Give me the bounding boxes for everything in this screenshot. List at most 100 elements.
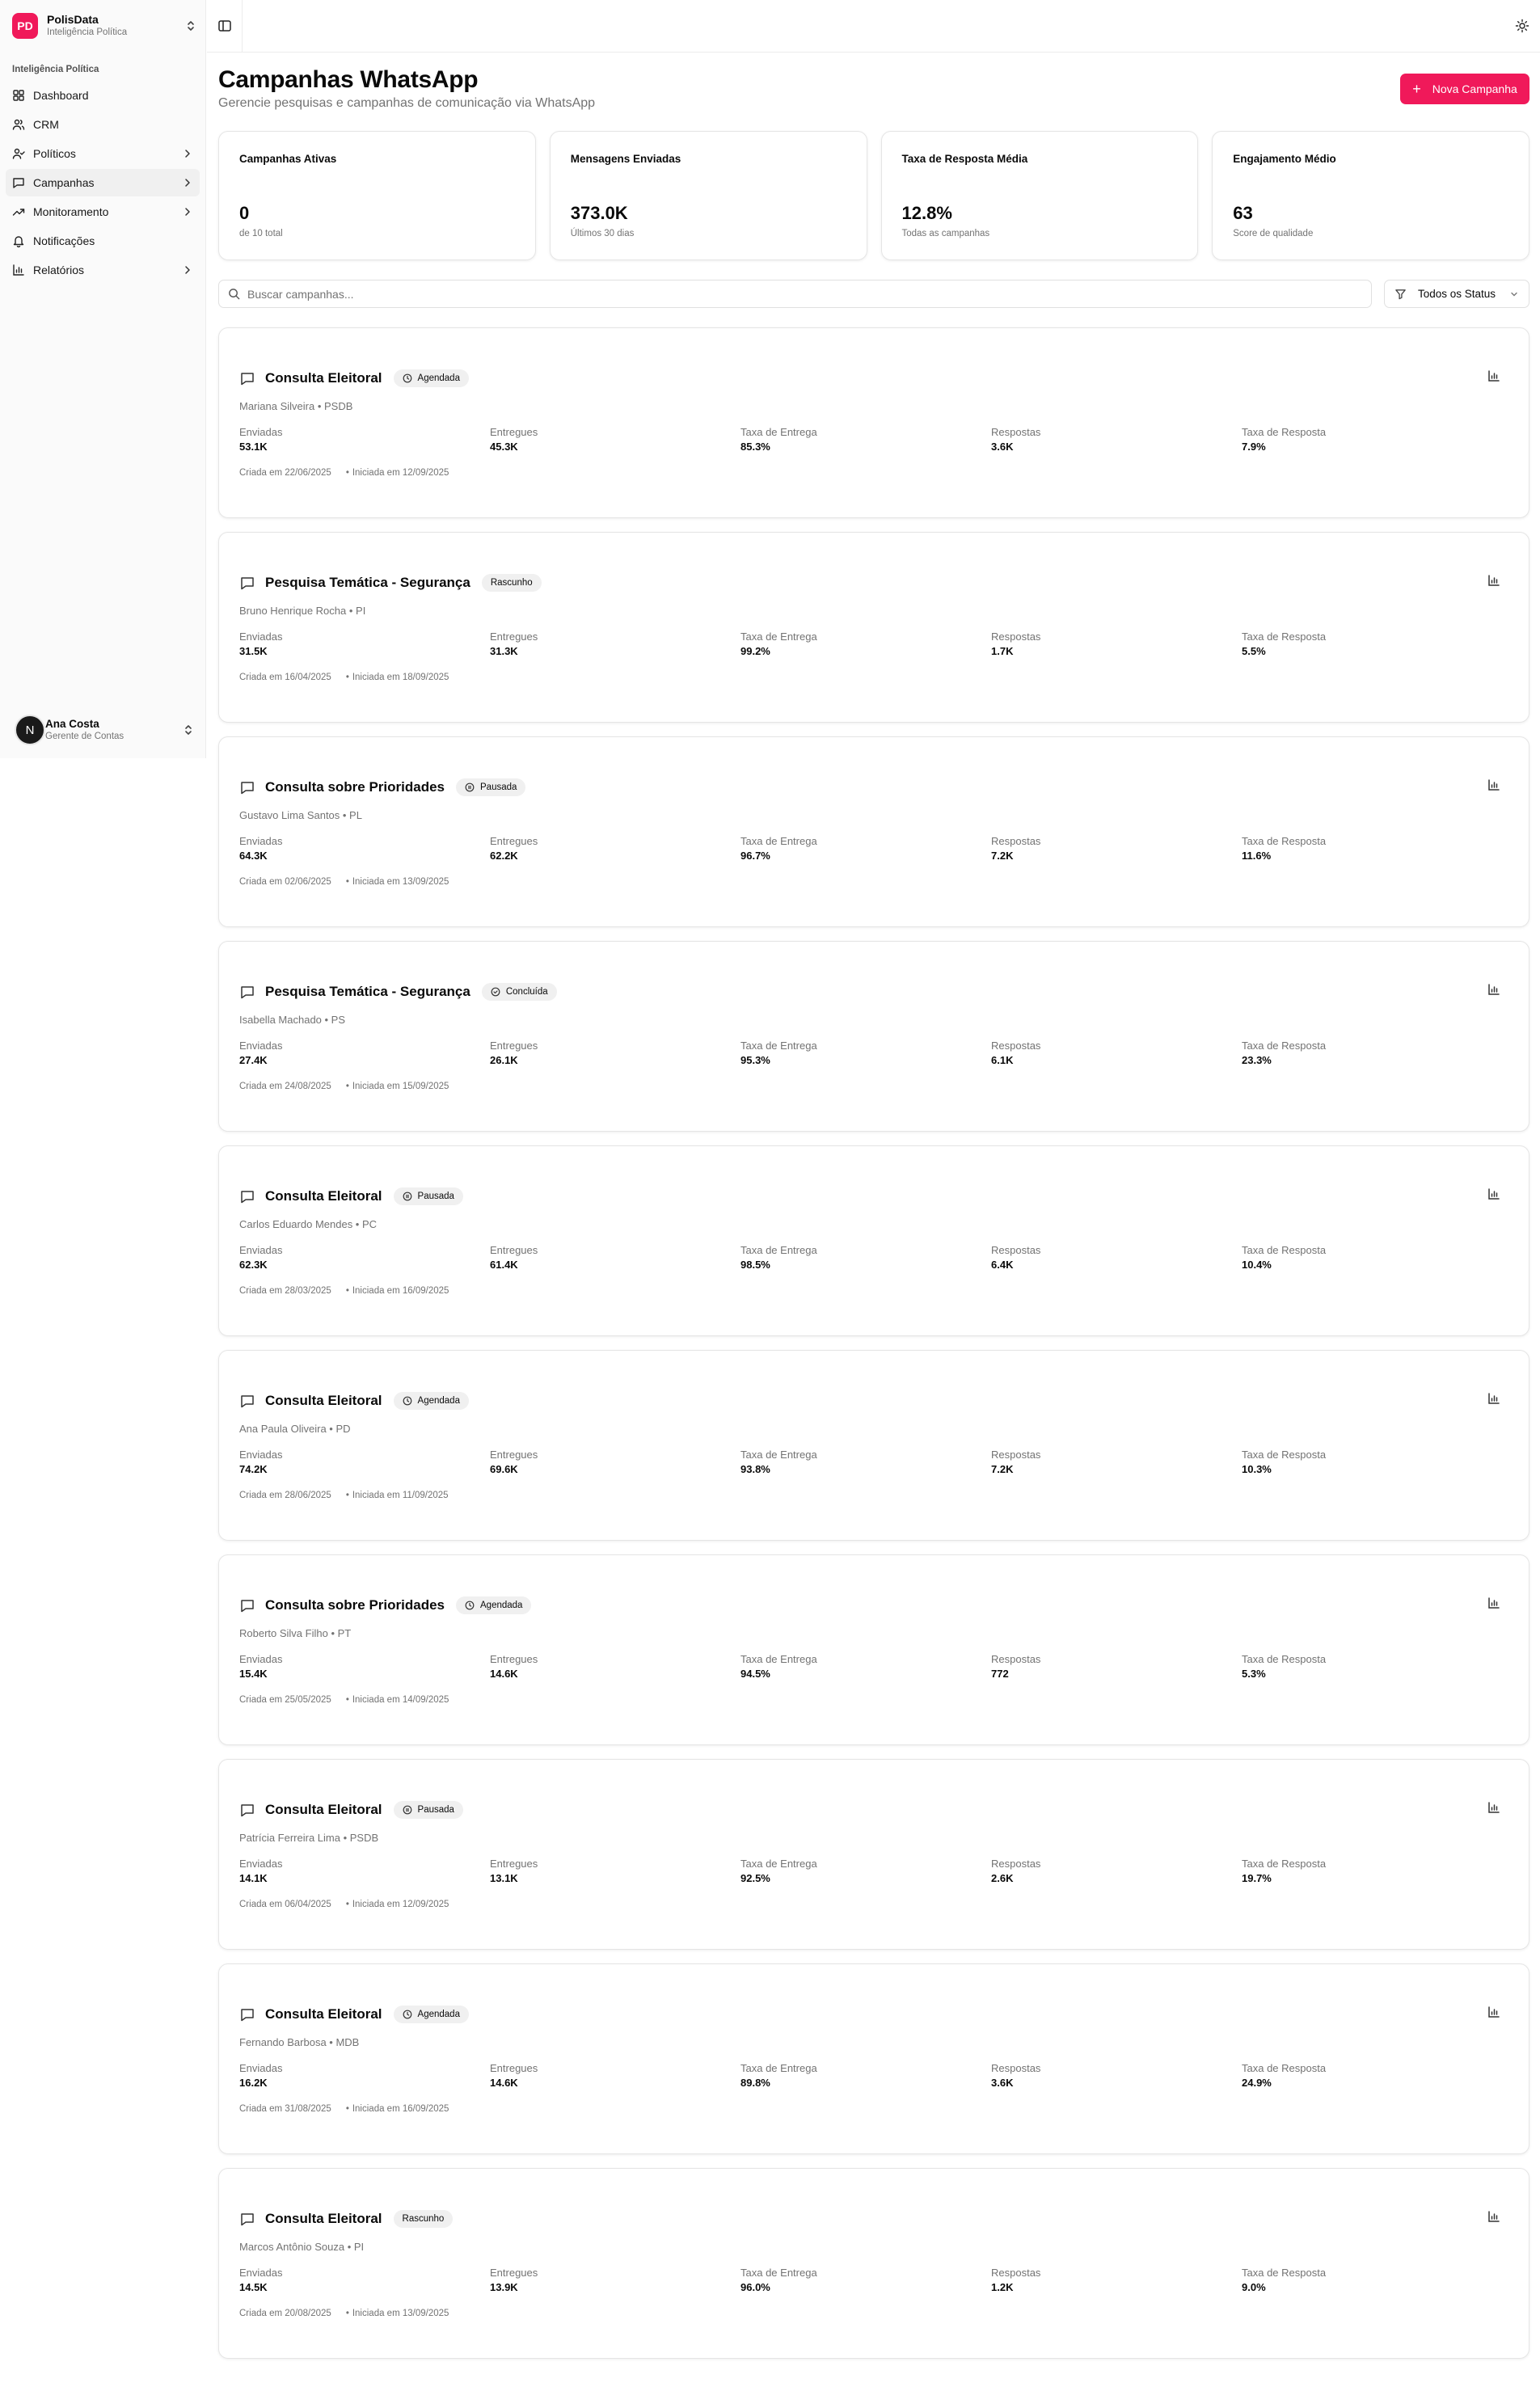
- metric-value: 13.1K: [490, 1872, 518, 1884]
- campaign-metric: Enviadas 31.5K: [239, 630, 490, 659]
- metric-label: Entregues: [490, 1449, 538, 1461]
- bar-chart-icon[interactable]: [1487, 982, 1503, 998]
- campaign-card[interactable]: Consulta Eleitoral Agendada Mariana Silvei…: [218, 327, 1529, 518]
- campaign-header: Consulta Eleitoral Pausada: [239, 1187, 463, 1206]
- campaign-metrics: Enviadas 14.1K Entregues 13.1K Taxa de Entre…: [239, 1857, 1492, 1886]
- metric-value: 772: [991, 1668, 1009, 1680]
- bar-chart-icon[interactable]: [1487, 1800, 1503, 1816]
- metric-label: Taxa de Entrega: [740, 1040, 817, 1052]
- campaign-header: Consulta Eleitoral Pausada: [239, 1800, 463, 1820]
- metric-label: Taxa de Entrega: [740, 835, 817, 847]
- bar-chart-icon[interactable]: [1487, 2209, 1503, 2225]
- metric-label: Respostas: [991, 2267, 1041, 2279]
- separator-dot: •: [345, 468, 349, 478]
- started-date: Iniciada em 14/09/2025: [352, 1695, 449, 1705]
- bar-chart-icon[interactable]: [1487, 369, 1503, 385]
- status-badge: Pausada: [393, 1187, 463, 1205]
- status-filter-select[interactable]: Todos os Status: [1384, 280, 1529, 308]
- sidebar-toggle-icon[interactable]: [217, 18, 233, 34]
- campaign-metric: Taxa de Entrega 96.7%: [740, 834, 991, 863]
- bar-chart-icon[interactable]: [1487, 1596, 1503, 1612]
- new-campaign-button[interactable]: + Nova Campanha: [1400, 74, 1529, 104]
- sidebar-item-relatorios[interactable]: Relatórios: [6, 256, 200, 284]
- campaign-dates: Criada em 28/06/2025 • Iniciada em 11/09/2…: [239, 1491, 449, 1500]
- sidebar-item-notificacoes[interactable]: Notificações: [6, 227, 200, 255]
- campaign-title: Consulta sobre Prioridades: [265, 1597, 445, 1613]
- metric-label: Entregues: [490, 1244, 538, 1256]
- campaign-card[interactable]: Consulta sobre Prioridades Pausada Gustavo…: [218, 736, 1529, 927]
- campaign-owner: Marcos Antônio Souza • PI: [239, 2241, 365, 2253]
- started-date: Iniciada em 13/09/2025: [352, 877, 449, 887]
- search-input[interactable]: [247, 287, 1371, 301]
- metric-label: Taxa de Resposta: [1242, 835, 1327, 847]
- sidebar-item-dashboard[interactable]: Dashboard: [6, 82, 200, 109]
- bar-chart-icon[interactable]: [1487, 1187, 1503, 1203]
- user-info: Ana Costa Gerente de Contas: [45, 717, 183, 743]
- sidebar-item-monitoramento[interactable]: Monitoramento: [6, 198, 200, 226]
- started-date: Iniciada em 16/09/2025: [352, 1286, 449, 1296]
- status-badge-label: Agendada: [417, 2010, 460, 2019]
- metric-value: 19.7%: [1242, 1872, 1272, 1884]
- metric-value: 62.2K: [490, 850, 518, 862]
- campaign-card[interactable]: Consulta Eleitoral Rascunho Marcos Antônio…: [218, 2168, 1529, 2359]
- bar-chart-icon[interactable]: [1487, 2005, 1503, 2021]
- campaign-owner: Patrícia Ferreira Lima • PSDB: [239, 1832, 379, 1844]
- campaign-metrics: Enviadas 15.4K Entregues 14.6K Taxa de Entre…: [239, 1652, 1492, 1681]
- campaign-card[interactable]: Consulta Eleitoral Agendada Fernando Barbo…: [218, 1963, 1529, 2154]
- status-badge: Pausada: [456, 778, 526, 796]
- created-date: Criada em 24/08/2025: [239, 1082, 331, 1091]
- metric-label: Taxa de Entrega: [740, 1449, 817, 1461]
- message-square-icon: [239, 2006, 255, 2022]
- stat-label: Taxa de Resposta Média: [901, 153, 1028, 165]
- brand-text: PolisData Inteligência Política: [47, 13, 185, 39]
- campaign-metric: Enviadas 15.4K: [239, 1652, 490, 1681]
- avatar: N: [15, 715, 45, 745]
- campaign-owner: Ana Paula Oliveira • PD: [239, 1423, 351, 1435]
- sidebar-item-label: Relatórios: [33, 264, 85, 276]
- sidebar-item-campanhas[interactable]: Campanhas: [6, 169, 200, 196]
- brand-switcher[interactable]: PD PolisData Inteligência Política: [12, 11, 196, 40]
- bar-chart-icon[interactable]: [1487, 573, 1503, 589]
- campaign-owner: Roberto Silva Filho • PT: [239, 1627, 352, 1639]
- campaign-card[interactable]: Pesquisa Temática - Segurança Rascunho Bru…: [218, 532, 1529, 723]
- bar-chart-icon[interactable]: [1487, 1391, 1503, 1407]
- brand-name: PolisData: [47, 13, 99, 26]
- metric-value: 13.9K: [490, 2281, 518, 2293]
- campaign-metric: Respostas 2.6K: [991, 1857, 1242, 1886]
- started-date: Iniciada em 15/09/2025: [352, 1082, 449, 1091]
- campaign-card[interactable]: Pesquisa Temática - Segurança Concluída Is…: [218, 941, 1529, 1132]
- campaign-dates: Criada em 02/06/2025 • Iniciada em 13/09/2…: [239, 877, 449, 887]
- campaign-metric: Respostas 3.6K: [991, 425, 1242, 454]
- bar-chart-icon[interactable]: [1487, 778, 1503, 794]
- campaign-metric: Entregues 45.3K: [490, 425, 740, 454]
- campaign-card[interactable]: Consulta sobre Prioridades Agendada Robert…: [218, 1554, 1529, 1745]
- metric-value: 96.0%: [740, 2281, 770, 2293]
- sidebar-item-politicos[interactable]: Políticos: [6, 140, 200, 167]
- campaign-metric: Entregues 14.6K: [490, 1652, 740, 1681]
- status-badge-label: Agendada: [480, 1601, 523, 1610]
- sun-icon[interactable]: [1514, 18, 1530, 34]
- campaign-metric: Taxa de Resposta 10.4%: [1242, 1243, 1492, 1272]
- metric-value: 1.2K: [991, 2281, 1014, 2293]
- metric-label: Respostas: [991, 1653, 1041, 1665]
- metric-value: 7.2K: [991, 850, 1014, 862]
- metric-label: Respostas: [991, 1449, 1041, 1461]
- status-badge: Agendada: [456, 1596, 532, 1614]
- metric-label: Respostas: [991, 1244, 1041, 1256]
- message-square-icon: [239, 1802, 255, 1818]
- check-circle-icon: [491, 987, 500, 997]
- status-badge: Agendada: [393, 369, 469, 387]
- campaign-header: Pesquisa Temática - Segurança Concluída: [239, 982, 557, 1002]
- campaign-card[interactable]: Consulta Eleitoral Pausada Patrícia Ferrei…: [218, 1759, 1529, 1950]
- metric-value: 23.3%: [1242, 1054, 1272, 1066]
- campaign-card[interactable]: Consulta Eleitoral Agendada Ana Paula Oliv…: [218, 1350, 1529, 1541]
- metric-value: 92.5%: [740, 1872, 770, 1884]
- clock-icon: [403, 373, 412, 383]
- sidebar-item-crm[interactable]: CRM: [6, 111, 200, 138]
- user-menu[interactable]: N Ana Costa Gerente de Contas: [15, 714, 194, 746]
- brand-logo: PD: [12, 13, 38, 39]
- campaign-metric: Enviadas 27.4K: [239, 1039, 490, 1068]
- campaign-metrics: Enviadas 64.3K Entregues 62.2K Taxa de Entre…: [239, 834, 1492, 863]
- search-box[interactable]: [218, 280, 1372, 308]
- campaign-card[interactable]: Consulta Eleitoral Pausada Carlos Eduardo …: [218, 1145, 1529, 1336]
